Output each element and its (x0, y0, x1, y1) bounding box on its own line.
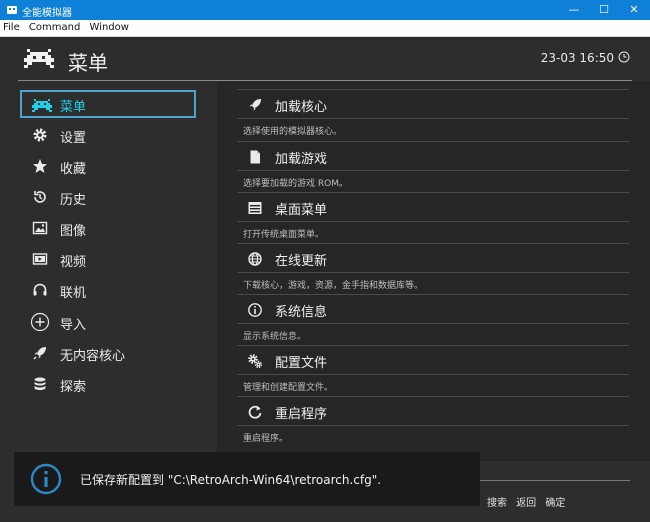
footer-ok-hint[interactable]: 确定 (545, 498, 565, 509)
notification-text: 已保存新配置到 "C:\RetroArch-Win64\retroarch.cf… (80, 473, 382, 487)
menu-window-icon (248, 202, 262, 214)
sidebar-item-import[interactable]: 导入 (20, 308, 196, 336)
star-icon (33, 159, 47, 173)
clock: 23-03 16:50 (540, 51, 614, 65)
rocket-icon (33, 347, 46, 360)
divider (237, 272, 629, 273)
menu-entry-title: 配置文件 (275, 356, 328, 371)
divider (237, 141, 629, 142)
sidebar-item-label: 探索 (60, 380, 87, 395)
menu-entry-title: 系统信息 (275, 305, 328, 320)
footer-hints: 搜索 返回 确定 (487, 494, 571, 509)
divider (237, 170, 629, 171)
sidebar-item-label: 设置 (60, 131, 87, 146)
menu-entry-title: 在线更新 (275, 254, 328, 269)
footer-search-hint[interactable]: 搜索 (487, 498, 507, 509)
sidebar-item-label: 收藏 (60, 162, 87, 177)
sidebar-item-label: 历史 (60, 193, 87, 208)
image-icon (32, 221, 48, 235)
menu-entry-description: 选择使用的模拟器核心。 (243, 127, 343, 137)
video-icon (32, 253, 48, 265)
globe-icon (248, 252, 262, 266)
footer-back-hint[interactable]: 返回 (516, 498, 536, 509)
menu-entry-description: 管理和创建配置文件。 (243, 383, 334, 393)
sidebar-item-menu[interactable]: 菜单 (20, 90, 196, 118)
restart-icon (248, 405, 262, 419)
menu-entry-description: 重启程序。 (243, 434, 289, 444)
sidebar-item-video[interactable]: 视频 (20, 245, 196, 273)
divider (237, 118, 629, 119)
sidebar-item-images[interactable]: 图像 (20, 214, 196, 242)
menu-entry-title: 加载核心 (275, 100, 328, 115)
app-area: 菜单 23-03 16:50 菜单 设置 收藏 历史 图像 视频 联机 导入 无… (0, 37, 650, 522)
menu-entry-description: 下载核心，游戏，资源，金手指和数据库等。 (243, 281, 424, 291)
sidebar-item-netplay[interactable]: 联机 (20, 276, 196, 304)
maximize-button[interactable]: ☐ (589, 0, 619, 20)
main-menu-list: 加载核心 选择使用的模拟器核心。 加载游戏 选择要加载的游戏 ROM。 桌面菜单 (217, 81, 650, 461)
info-icon (30, 463, 62, 495)
history-icon (34, 191, 46, 203)
divider (237, 221, 629, 222)
footer-divider (480, 480, 630, 481)
divider (237, 192, 629, 193)
sidebar-item-label: 联机 (60, 286, 87, 301)
sidebar-item-label: 菜单 (60, 100, 87, 115)
menu-entry-description: 打开传统桌面菜单。 (243, 230, 325, 240)
sidebar-item-contentless-cores[interactable]: 无内容核心 (20, 339, 196, 367)
clock-icon (618, 51, 630, 63)
divider (237, 294, 629, 295)
divider (237, 374, 629, 375)
header: 菜单 23-03 16:50 (0, 37, 650, 81)
app-invader-icon (7, 6, 17, 14)
sidebar-item-settings[interactable]: 设置 (20, 121, 196, 149)
minimize-button[interactable]: — (559, 0, 589, 20)
sidebar-item-label: 导入 (60, 318, 87, 333)
menu-entry-title: 桌面菜单 (275, 203, 328, 218)
page-title: 菜单 (68, 51, 108, 75)
menu-entry-description: 显示系统信息。 (243, 332, 307, 342)
window-title: 全能模拟器 (22, 8, 72, 19)
menu-entry-title: 重启程序 (275, 407, 328, 422)
window-titlebar: 全能模拟器 — ☐ ✕ (0, 0, 650, 20)
divider (237, 243, 629, 244)
divider (237, 89, 629, 90)
close-button[interactable]: ✕ (619, 0, 649, 20)
menu-file[interactable]: File (0, 20, 23, 36)
sidebar-item-label: 无内容核心 (60, 349, 126, 364)
gear-icon (33, 128, 47, 142)
info-icon (248, 303, 262, 317)
menubar: File Command Window (0, 20, 650, 37)
invader-icon (32, 99, 52, 112)
divider (237, 345, 629, 346)
menu-entry-description: 选择要加载的游戏 ROM。 (243, 179, 348, 189)
gears-icon (248, 354, 263, 369)
notification-toast: 已保存新配置到 "C:\RetroArch-Win64\retroarch.cf… (14, 452, 480, 506)
menu-entry-title: 加载游戏 (275, 152, 328, 167)
sidebar-item-label: 图像 (60, 224, 87, 239)
plus-icon (30, 312, 50, 332)
headset-icon (33, 283, 47, 296)
sidebar-item-history[interactable]: 历史 (20, 183, 196, 211)
sidebar: 菜单 设置 收藏 历史 图像 视频 联机 导入 无内容核心 探索 (0, 81, 217, 461)
sidebar-item-explore[interactable]: 探索 (20, 370, 196, 398)
rocket-icon (249, 99, 261, 111)
file-icon (250, 150, 260, 164)
retroarch-logo-icon (24, 49, 54, 68)
divider (237, 396, 629, 397)
sidebar-item-favorites[interactable]: 收藏 (20, 152, 196, 180)
sidebar-item-label: 视频 (60, 255, 87, 270)
divider (237, 323, 629, 324)
menu-command[interactable]: Command (26, 20, 83, 36)
divider (237, 425, 629, 426)
database-icon (34, 377, 46, 390)
menu-window[interactable]: Window (87, 20, 132, 36)
